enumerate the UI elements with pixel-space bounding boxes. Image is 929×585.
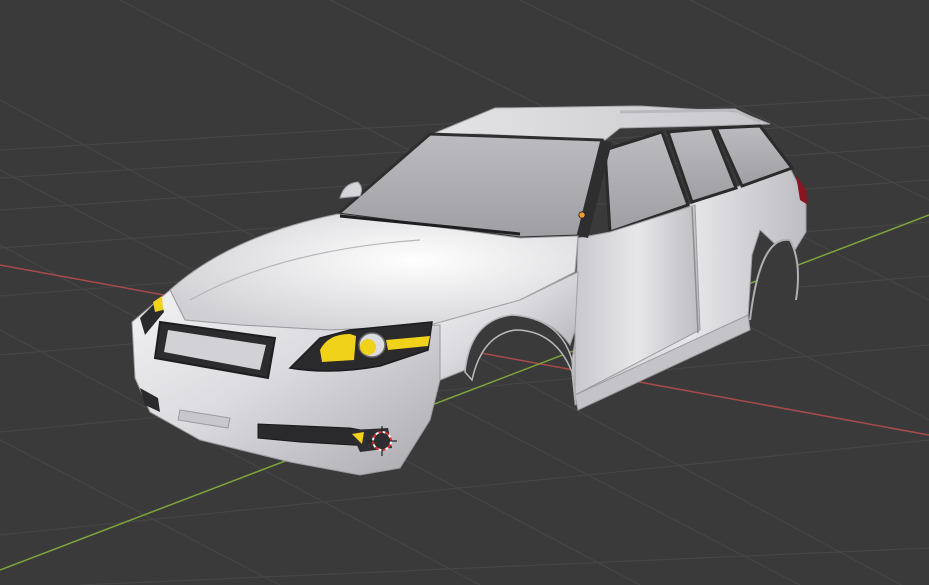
viewport-canvas[interactable]	[0, 0, 929, 585]
car-body-mesh[interactable]	[131, 105, 808, 476]
object-origin-dot[interactable]	[578, 211, 586, 219]
3d-viewport[interactable]	[0, 0, 929, 585]
rear-wheel-arch	[749, 238, 799, 321]
headlight-projector-yellow	[360, 339, 376, 355]
side-mirror	[339, 181, 363, 199]
